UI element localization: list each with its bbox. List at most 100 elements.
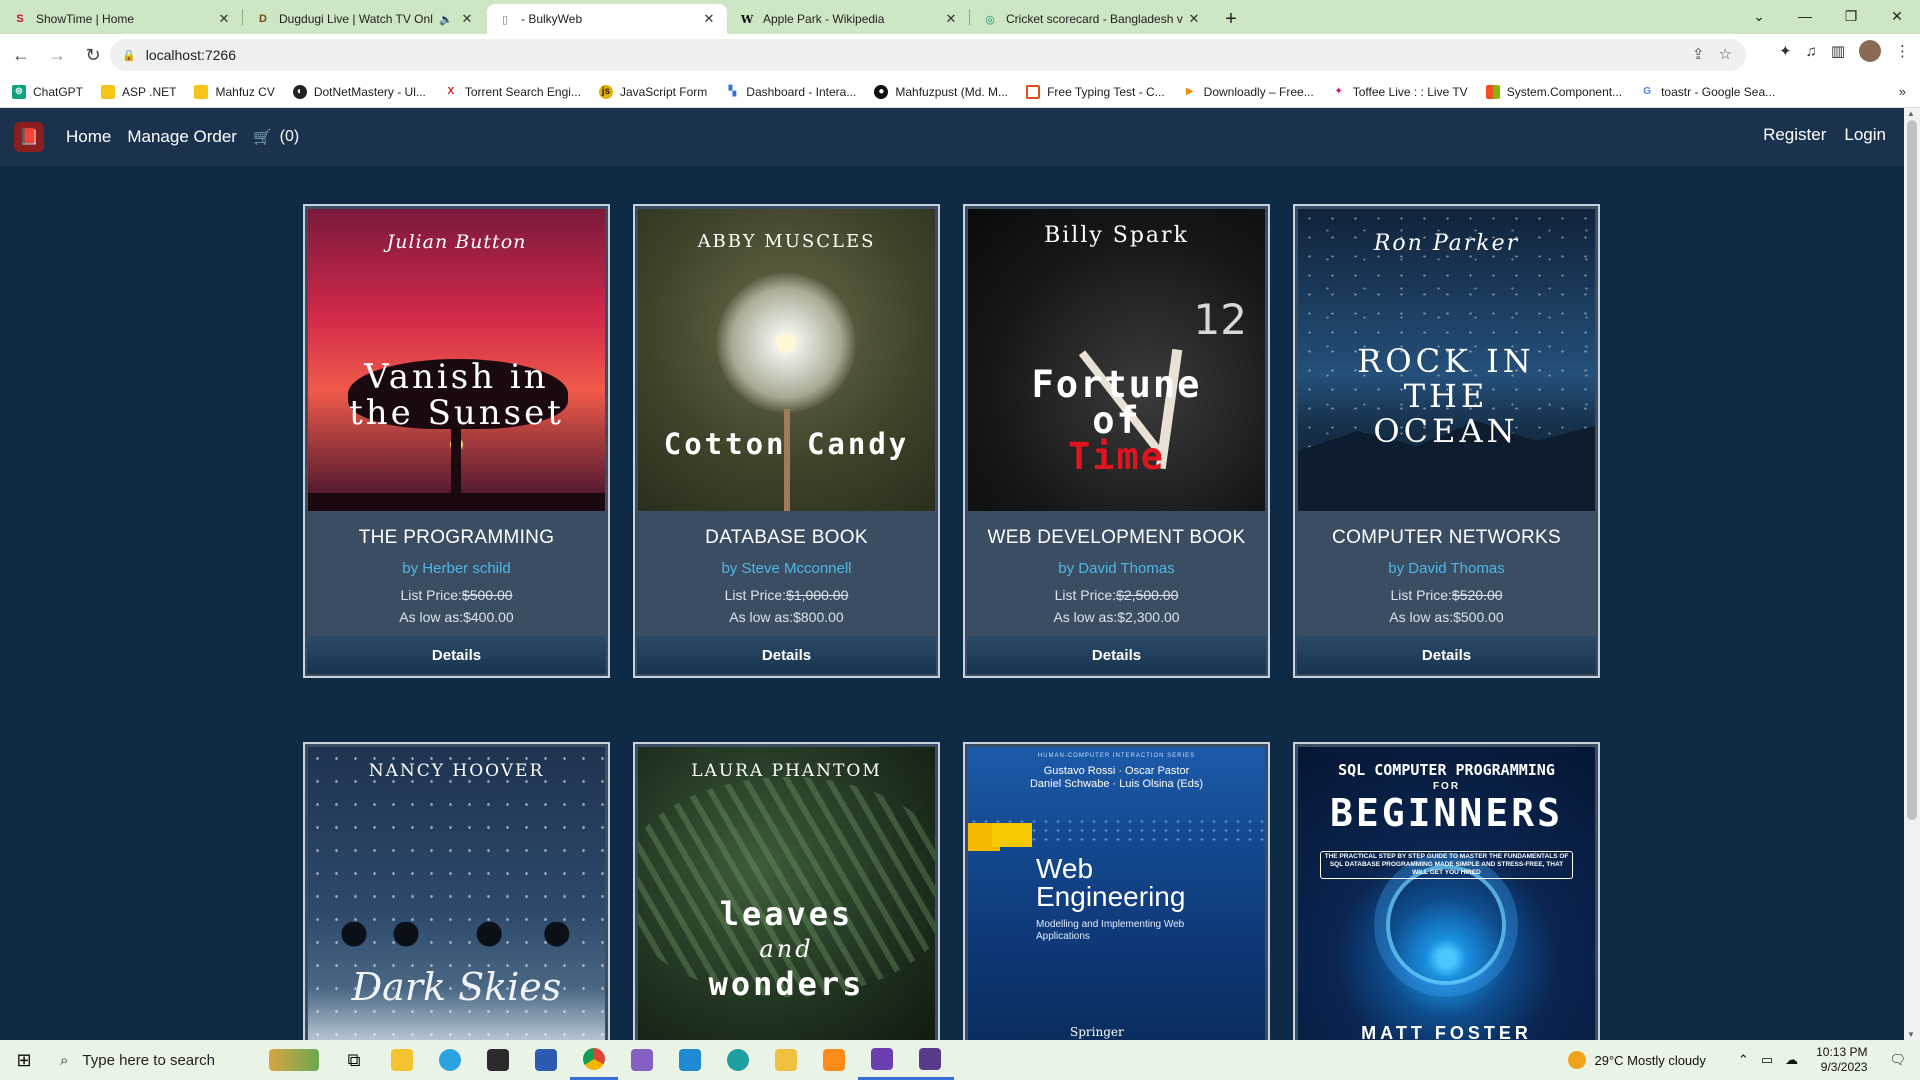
details-button[interactable]: Details [307, 636, 606, 674]
browser-tab-wikipedia[interactable]: W Apple Park - Wikipedia ✕ [729, 4, 969, 34]
bookmark-system-component[interactable]: System.Component... [1485, 84, 1622, 99]
weather-widget[interactable]: 29°C Mostly cloudy [1568, 1051, 1706, 1069]
bookmark-star-icon[interactable]: ☆ [1719, 45, 1732, 63]
book-cover-image[interactable]: 12 Billy Spark Fortune of Time [968, 209, 1265, 511]
ssms-icon[interactable] [906, 1040, 954, 1080]
bookmark-toastr[interactable]: Gtoastr - Google Sea... [1640, 85, 1775, 99]
chevron-up-icon[interactable]: ⌃ [1738, 1052, 1749, 1068]
cover-publisher: Springer [1070, 1025, 1124, 1039]
network-icon[interactable]: ▭ [1761, 1052, 1773, 1068]
close-tab-icon[interactable]: ✕ [701, 11, 717, 27]
search-icon: ⌕ [60, 1051, 69, 1069]
nav-cart-link[interactable]: 🛒 (0) [253, 128, 299, 146]
visual-studio-icon[interactable] [858, 1040, 906, 1080]
close-tab-icon[interactable]: ✕ [943, 11, 959, 27]
system-tray: 29°C Mostly cloudy ⌃ ▭ ☁ 10:13 PM 9/3/20… [1568, 1040, 1920, 1080]
restore-icon[interactable]: ❐ [1828, 0, 1874, 32]
notifications-icon[interactable]: 🗨 [1889, 1052, 1906, 1068]
details-button[interactable]: Details [1297, 636, 1596, 674]
side-panel-icon[interactable]: ▥ [1831, 42, 1845, 60]
bookmark-mahfuz-cv[interactable]: Mahfuz CV [194, 84, 275, 99]
media-control-icon[interactable]: ♫ [1806, 43, 1817, 60]
product-card: ABBY MUSCLES Cotton Candy DATABASE BOOK … [633, 204, 940, 678]
task-view-icon[interactable]: ⧉ [330, 1040, 378, 1080]
profile-avatar[interactable] [1859, 40, 1881, 62]
book-cover-image[interactable]: HUMAN-COMPUTER INTERACTION SERIES Gustav… [968, 747, 1265, 1040]
widgets-icon[interactable] [258, 1040, 330, 1080]
cloud-icon[interactable]: ☁ [1785, 1052, 1798, 1068]
bookmark-asp-net[interactable]: ASP .NET [101, 84, 176, 99]
close-tab-icon[interactable]: ✕ [216, 11, 232, 27]
book-cover-image[interactable]: LAURA PHANTOM leaves and wonders [638, 747, 935, 1040]
clock[interactable]: 10:13 PM 9/3/2023 [1816, 1045, 1867, 1075]
book-cover-image[interactable]: ABBY MUSCLES Cotton Candy [638, 209, 935, 511]
more-bookmarks-icon[interactable]: » [1899, 84, 1906, 99]
edge-icon[interactable] [714, 1040, 762, 1080]
share-icon[interactable]: ⇪ [1692, 45, 1705, 63]
tab-search-icon[interactable]: ⌄ [1736, 0, 1782, 32]
shopping-cart-icon: 🛒 [252, 129, 272, 146]
page-scrollbar[interactable]: ▲ ▼ [1904, 108, 1920, 1040]
windows-start-icon[interactable]: ⊞ [0, 1040, 48, 1080]
forward-icon[interactable]: → [42, 40, 72, 70]
bookmark-typing-test[interactable]: Free Typing Test - C... [1026, 84, 1165, 99]
product-title: THE PROGRAMMING [358, 527, 555, 548]
minimize-icon[interactable]: — [1782, 0, 1828, 32]
visual-studio-icon[interactable] [618, 1040, 666, 1080]
close-window-icon[interactable]: ✕ [1874, 0, 1920, 32]
nav-home-link[interactable]: Home [66, 127, 111, 147]
book-cover-image[interactable]: SQL COMPUTER PROGRAMMING FOR BEGINNERS T… [1298, 747, 1595, 1040]
nav-manage-order-link[interactable]: Manage Order [127, 127, 237, 147]
extensions-icon[interactable]: ✦ [1779, 42, 1792, 60]
nav-login-link[interactable]: Login [1844, 125, 1886, 145]
details-button[interactable]: Details [637, 636, 936, 674]
book-logo-icon[interactable]: 📕 [14, 122, 44, 152]
wikipedia-favicon-icon: W [740, 12, 754, 26]
cover-title: Cotton Candy [663, 427, 910, 461]
close-tab-icon[interactable]: ✕ [459, 11, 475, 27]
speaker-icon[interactable]: 🔈 [439, 13, 453, 26]
terminal-icon[interactable] [474, 1040, 522, 1080]
back-icon[interactable]: ← [6, 40, 36, 70]
browser-tab-bulkyweb[interactable]: ▯ - BulkyWeb ✕ [487, 4, 727, 34]
book-cover-image[interactable]: Ron Parker ROCK IN THE OCEAN [1298, 209, 1595, 511]
powershell-icon[interactable] [522, 1040, 570, 1080]
details-button[interactable]: Details [967, 636, 1266, 674]
bookmark-torrent-search[interactable]: X Torrent Search Engi... [444, 85, 581, 99]
browser-tab-dugdugi[interactable]: D Dugdugi Live | Watch TV Onl 🔈 ✕ [245, 4, 485, 34]
tab-title: Cricket scorecard - Bangladesh v [1006, 12, 1183, 26]
sale-price: As low as:$400.00 [399, 609, 514, 625]
bookmark-github[interactable]: ● Mahfuzpust (Md. M... [874, 84, 1008, 99]
bookmark-dashboard[interactable]: ▚ Dashboard - Intera... [725, 85, 856, 99]
book-cover-image[interactable]: Julian Button Vanish in the Sunset [308, 209, 605, 511]
reload-icon[interactable]: ↻ [78, 40, 108, 70]
bookmark-toffee[interactable]: ✦ Toffee Live : : Live TV [1332, 85, 1468, 99]
browser-tab-showtime[interactable]: S ShowTime | Home ✕ [2, 4, 242, 34]
bookmark-dotnetmastery[interactable]: ◐ DotNetMastery - Ul... [292, 84, 426, 99]
scroll-up-icon[interactable]: ▲ [1907, 109, 1915, 118]
bookmark-chatgpt[interactable]: ⊛ ChatGPT [12, 84, 83, 99]
cover-editors: Gustavo Rossi · Oscar Pastor Daniel Schw… [1029, 765, 1204, 790]
scroll-down-icon[interactable]: ▼ [1907, 1030, 1915, 1039]
taskbar-search-box[interactable]: ⌕ Type here to search [48, 1040, 258, 1080]
list-price: List Price:$500.00 [400, 587, 513, 603]
chrome-icon[interactable] [570, 1040, 618, 1080]
close-tab-icon[interactable]: ✕ [1186, 11, 1202, 27]
cover-title: BEGINNERS [1330, 791, 1563, 835]
site-info-icon[interactable]: 🔒 [122, 49, 136, 62]
bookmark-downloadly[interactable]: ▶ Downloadly – Free... [1183, 85, 1314, 99]
vscode-icon[interactable] [666, 1040, 714, 1080]
address-bar[interactable]: 🔒 localhost:7266 ⇪ ☆ [110, 39, 1746, 71]
app-icon[interactable] [762, 1040, 810, 1080]
sublime-text-icon[interactable] [810, 1040, 858, 1080]
scrollbar-thumb[interactable] [1907, 120, 1917, 820]
cover-author: MATT FOSTER [1361, 1023, 1532, 1040]
browser-tab-cricket[interactable]: ◎ Cricket scorecard - Bangladesh v ✕ [972, 4, 1212, 34]
nav-register-link[interactable]: Register [1763, 125, 1826, 145]
new-tab-button[interactable]: + [1216, 4, 1246, 34]
telegram-icon[interactable] [426, 1040, 474, 1080]
book-cover-image[interactable]: NANCY HOOVER Dark Skies [308, 747, 605, 1040]
bookmark-javascript-form[interactable]: js JavaScript Form [598, 84, 707, 99]
file-explorer-icon[interactable] [378, 1040, 426, 1080]
menu-kebab-icon[interactable]: ⋮ [1895, 42, 1910, 60]
